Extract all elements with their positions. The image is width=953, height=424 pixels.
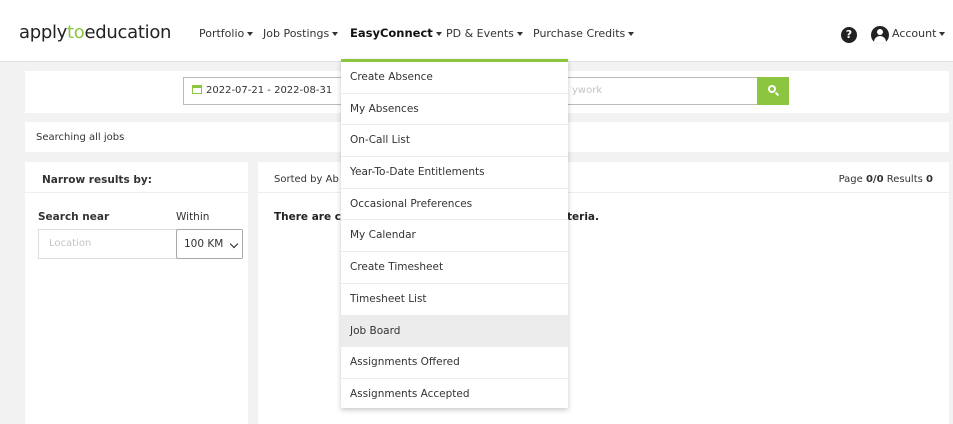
nav-easyconnect[interactable]: EasyConnect	[350, 26, 442, 40]
easyconnect-dropdown-menu: Create Absence My Absences On-Call List …	[341, 59, 568, 408]
caret-down-icon	[628, 32, 635, 36]
search-near-label: Search near	[38, 211, 110, 223]
nav-pd-events[interactable]: PD & Events	[446, 27, 523, 40]
filter-title: Narrow results by:	[42, 174, 152, 186]
pagination-info: Page 0/0 Results 0	[838, 174, 933, 185]
distance-select[interactable]: 100 KM	[176, 229, 243, 259]
caret-down-icon	[435, 32, 442, 36]
caret-down-icon	[939, 32, 946, 36]
menu-item-timesheet-list[interactable]: Timesheet List	[341, 284, 568, 316]
chevron-down-icon	[229, 239, 239, 249]
within-label: Within	[176, 211, 210, 223]
nav-account[interactable]: Account	[892, 27, 946, 40]
menu-item-on-call-list[interactable]: On-Call List	[341, 125, 568, 158]
filter-panel: Narrow results by: Search near Within Lo…	[25, 162, 248, 424]
calendar-icon	[192, 85, 202, 94]
top-navbar: applytoeducation Portfolio Job Postings …	[0, 0, 953, 62]
keyword-input[interactable]: ywork	[567, 77, 758, 105]
help-icon[interactable]: ?	[841, 27, 857, 43]
date-range-input[interactable]: 2022-07-21 - 2022-08-31	[183, 77, 343, 105]
caret-down-icon	[247, 32, 254, 36]
menu-item-my-absences[interactable]: My Absences	[341, 94, 568, 126]
searching-text: Searching all jobs	[36, 132, 125, 143]
menu-item-my-calendar[interactable]: My Calendar	[341, 220, 568, 253]
nav-purchase-credits[interactable]: Purchase Credits	[533, 27, 635, 40]
nav-job-postings[interactable]: Job Postings	[263, 27, 339, 40]
sorted-by-label[interactable]: Sorted by Ab	[274, 174, 339, 185]
menu-item-assignments-accepted[interactable]: Assignments Accepted	[341, 379, 568, 411]
caret-down-icon	[332, 32, 339, 36]
account-avatar-icon[interactable]	[871, 26, 889, 44]
menu-item-job-board[interactable]: Job Board	[341, 315, 568, 348]
menu-item-occasional-preferences[interactable]: Occasional Preferences	[341, 189, 568, 221]
menu-item-create-absence[interactable]: Create Absence	[341, 62, 568, 94]
menu-item-ytd-entitlements[interactable]: Year-To-Date Entitlements	[341, 157, 568, 189]
no-results-message: There are cu	[274, 211, 349, 223]
no-results-message-tail: teria.	[567, 211, 599, 223]
nav-portfolio[interactable]: Portfolio	[199, 27, 254, 40]
search-button[interactable]	[757, 77, 789, 105]
menu-item-assignments-offered[interactable]: Assignments Offered	[341, 347, 568, 379]
location-input[interactable]: Location	[38, 229, 177, 259]
menu-item-create-timesheet[interactable]: Create Timesheet	[341, 252, 568, 284]
site-logo[interactable]: applytoeducation	[19, 22, 171, 43]
caret-down-icon	[516, 32, 523, 36]
divider	[25, 192, 248, 193]
